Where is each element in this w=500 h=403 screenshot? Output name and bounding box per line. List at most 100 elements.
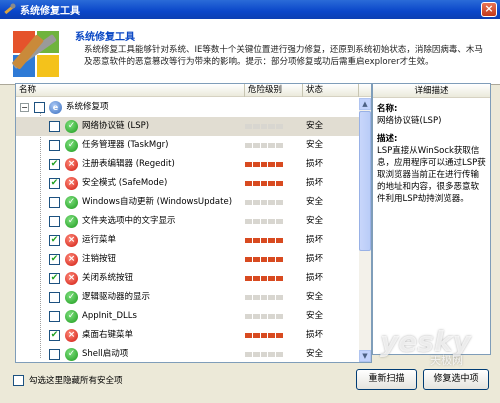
item-checkbox[interactable]: ✔: [49, 159, 60, 170]
item-checkbox[interactable]: ✔: [49, 235, 60, 246]
check-circle-icon: ✓: [65, 348, 78, 361]
error-circle-icon: ×: [65, 329, 78, 342]
item-label: 关闭系统按钮: [82, 273, 134, 283]
error-circle-icon: ×: [65, 234, 78, 247]
item-status: 损坏: [306, 273, 324, 283]
repair-items-list[interactable]: 名称 危险级别 状态 − e 系统修复项 ✓ 网络协议链 (LSP) 安全 ✓ 任务管理…: [15, 83, 372, 363]
item-label: 任务管理器 (TaskMgr): [82, 140, 169, 150]
vertical-scrollbar[interactable]: ▲ ▼: [359, 98, 371, 362]
detail-desc-label: 描述:: [377, 134, 398, 144]
repair-selected-button[interactable]: 修复选中项: [423, 369, 489, 390]
column-risk[interactable]: 危险级别: [245, 84, 303, 97]
detail-header: 详细描述: [373, 84, 490, 98]
item-checkbox[interactable]: [49, 140, 60, 151]
check-circle-icon: ✓: [65, 215, 78, 228]
item-status: 损坏: [306, 254, 324, 264]
risk-level-bar: [245, 352, 283, 357]
item-checkbox[interactable]: [49, 121, 60, 132]
item-status: 安全: [306, 216, 324, 226]
item-status: 损坏: [306, 178, 324, 188]
item-label: 逻辑驱动器的显示: [82, 292, 151, 302]
list-item[interactable]: ✓ 网络协议链 (LSP) 安全: [16, 117, 359, 136]
list-item[interactable]: ✓ 文件夹选项中的文字显示 安全: [16, 212, 359, 231]
item-label: 桌面右键菜单: [82, 330, 134, 340]
repair-tools-icon: [12, 31, 59, 77]
item-checkbox[interactable]: [49, 216, 60, 227]
item-checkbox[interactable]: [49, 311, 60, 322]
item-status: 损坏: [306, 159, 324, 169]
detail-name-value: 网络协议链(LSP): [377, 116, 442, 126]
header-panel: 系统修复工具 系统修复工具能够针对系统、IE等数十个关键位置进行强力修复，还原到…: [0, 19, 500, 85]
list-item[interactable]: ✔ × 注册表编辑器 (Regedit) 损坏: [16, 155, 359, 174]
item-label: 安全模式 (SafeMode): [82, 178, 168, 188]
watermark-sub: 天极网: [430, 354, 463, 367]
item-checkbox[interactable]: [49, 197, 60, 208]
risk-level-bar: [245, 162, 283, 167]
hide-safe-items-checkbox[interactable]: 勾选这里隐藏所有安全项: [13, 374, 123, 386]
list-item[interactable]: ✓ 逻辑驱动器的显示 安全: [16, 288, 359, 307]
column-status[interactable]: 状态: [303, 84, 359, 97]
error-circle-icon: ×: [65, 272, 78, 285]
close-button[interactable]: ×: [481, 2, 497, 17]
window-title: 系统修复工具: [20, 6, 80, 17]
risk-level-bar: [245, 181, 283, 186]
item-checkbox[interactable]: [49, 349, 60, 360]
item-status: 安全: [306, 292, 324, 302]
error-circle-icon: ×: [65, 177, 78, 190]
risk-level-bar: [245, 295, 283, 300]
list-item[interactable]: ✔ × 注销按钮 损坏: [16, 250, 359, 269]
list-item[interactable]: ✔ × 安全模式 (SafeMode) 损坏: [16, 174, 359, 193]
error-circle-icon: ×: [65, 158, 78, 171]
collapse-icon[interactable]: −: [20, 103, 29, 112]
list-item[interactable]: ✓ 任务管理器 (TaskMgr) 安全: [16, 136, 359, 155]
item-label: 注册表编辑器 (Regedit): [82, 159, 175, 169]
list-item[interactable]: ✓ Windows自动更新 (WindowsUpdate) 安全: [16, 193, 359, 212]
item-status: 安全: [306, 121, 324, 131]
header-description: 系统修复工具能够针对系统、IE等数十个关键位置进行强力修复，还原到系统初始状态，…: [84, 45, 483, 67]
column-header: 名称 危险级别 状态: [16, 84, 371, 97]
item-status: 安全: [306, 140, 324, 150]
check-circle-icon: ✓: [65, 291, 78, 304]
globe-icon: e: [49, 101, 62, 114]
item-checkbox[interactable]: [49, 292, 60, 303]
list-item[interactable]: ✓ Shell启动项 安全: [16, 345, 359, 362]
check-circle-icon: ✓: [65, 120, 78, 133]
item-label: Shell启动项: [82, 349, 129, 359]
header-title: 系统修复工具: [75, 32, 135, 43]
check-circle-icon: ✓: [65, 196, 78, 209]
item-label: 注销按钮: [82, 254, 117, 264]
root-row[interactable]: − e 系统修复项: [16, 98, 359, 117]
risk-level-bar: [245, 333, 283, 338]
detail-panel: 详细描述 名称: 网络协议链(LSP) 描述: LSP直接从WinSock获取信…: [372, 83, 491, 355]
risk-level-bar: [245, 276, 283, 281]
item-label: 网络协议链 (LSP): [82, 121, 150, 131]
item-label: AppInit_DLLs: [82, 311, 137, 321]
item-checkbox[interactable]: ✔: [49, 330, 60, 341]
list-item[interactable]: ✓ AppInit_DLLs 安全: [16, 307, 359, 326]
rescan-button[interactable]: 重新扫描: [356, 369, 417, 390]
detail-name-label: 名称:: [377, 104, 398, 114]
item-status: 损坏: [306, 235, 324, 245]
item-checkbox[interactable]: ✔: [49, 178, 60, 189]
scroll-up-icon[interactable]: ▲: [359, 98, 371, 110]
item-label: Windows自动更新 (WindowsUpdate): [82, 197, 233, 207]
list-item[interactable]: ✔ × 关闭系统按钮 损坏: [16, 269, 359, 288]
scroll-down-icon[interactable]: ▼: [359, 350, 371, 362]
item-status: 损坏: [306, 330, 324, 340]
root-checkbox[interactable]: [34, 102, 45, 113]
list-item[interactable]: ✔ × 桌面右键菜单 损坏: [16, 326, 359, 345]
item-status: 安全: [306, 197, 324, 207]
scroll-thumb[interactable]: [359, 111, 371, 251]
root-label: 系统修复项: [66, 102, 109, 112]
title-bar: 系统修复工具 ×: [0, 0, 500, 19]
check-circle-icon: ✓: [65, 310, 78, 323]
item-checkbox[interactable]: ✔: [49, 254, 60, 265]
column-name[interactable]: 名称: [16, 84, 245, 97]
risk-level-bar: [245, 124, 283, 129]
hide-safe-checkbox-box[interactable]: [13, 374, 24, 386]
list-item[interactable]: ✔ × 运行菜单 损坏: [16, 231, 359, 250]
risk-level-bar: [245, 238, 283, 243]
item-label: 文件夹选项中的文字显示: [82, 216, 176, 226]
item-status: 安全: [306, 311, 324, 321]
item-checkbox[interactable]: ✔: [49, 273, 60, 284]
